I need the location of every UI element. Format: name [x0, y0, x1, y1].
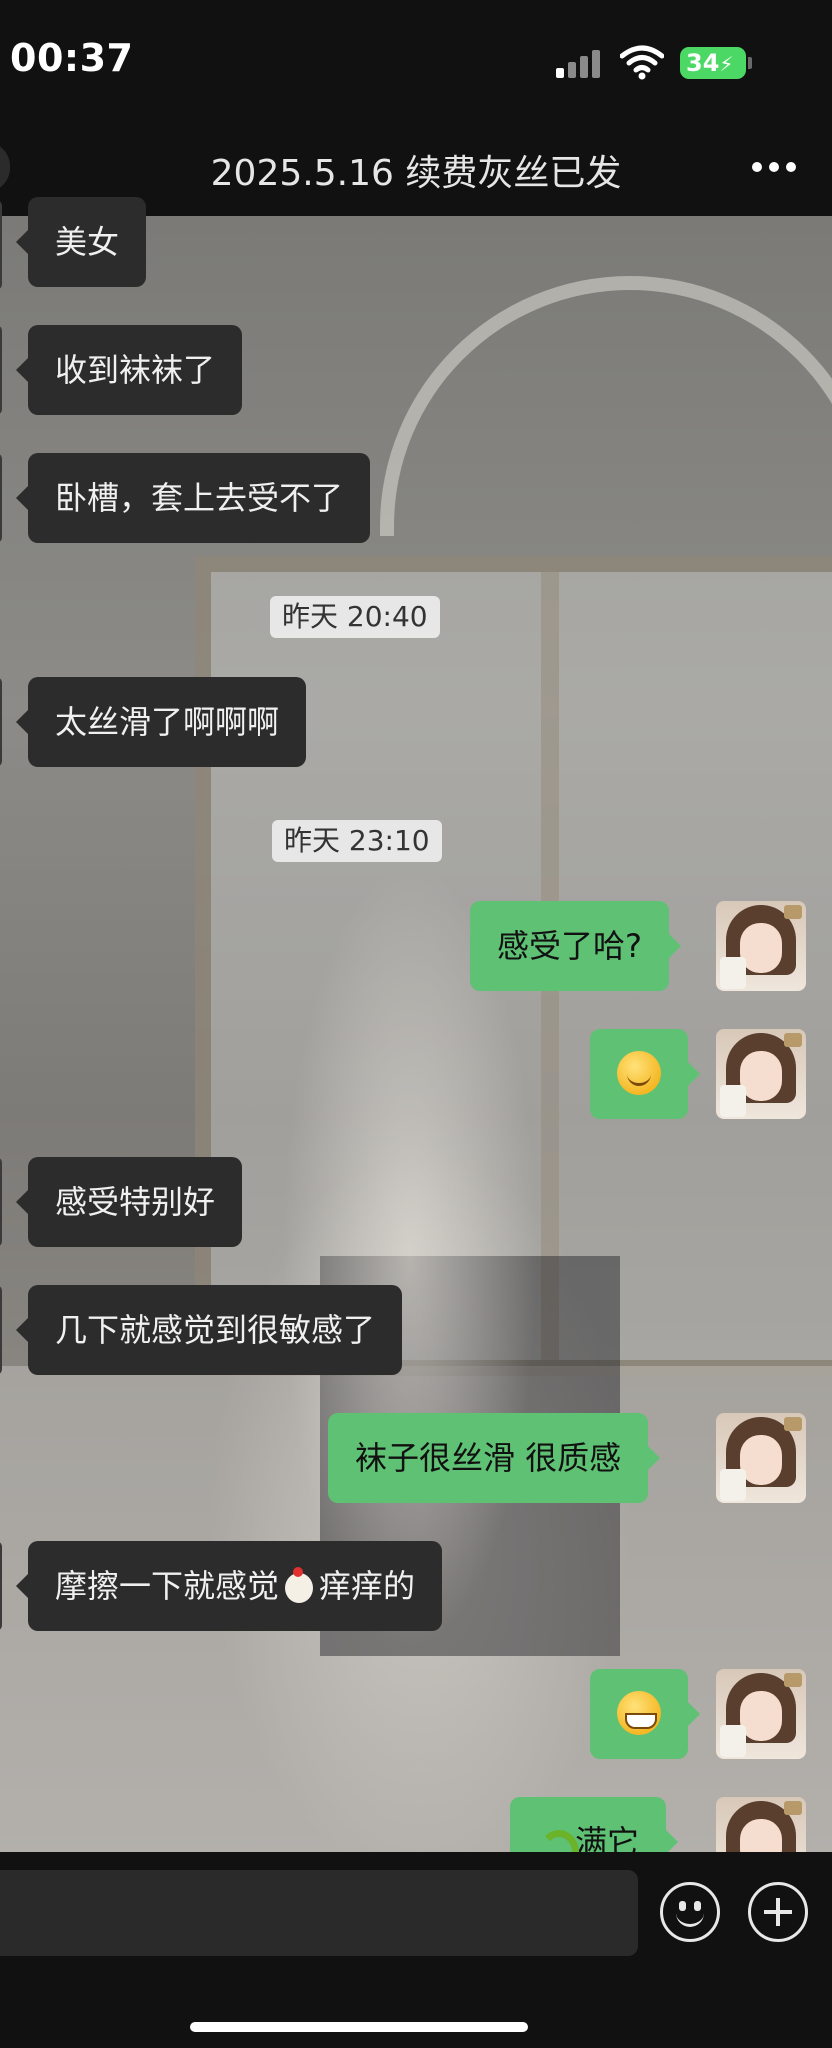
message-text: 袜子很丝滑 很质感: [355, 1439, 622, 1477]
message-outgoing[interactable]: 感受了哈?: [470, 901, 681, 991]
status-time: 00:37: [10, 36, 134, 80]
message-outgoing[interactable]: [590, 1669, 700, 1759]
user-avatar[interactable]: [716, 1669, 806, 1759]
incoming-avatar[interactable]: [0, 325, 2, 415]
snake-emoji: [537, 1822, 579, 1852]
more-dots-icon[interactable]: [752, 162, 796, 174]
battery-tip: [748, 57, 752, 69]
cellular-signal-icon: [556, 50, 606, 78]
message-outgoing[interactable]: 袜子很丝滑 很质感: [328, 1413, 661, 1503]
message-incoming[interactable]: 收到袜袜了: [15, 325, 243, 415]
message-text: 满它: [575, 1823, 640, 1852]
message-text: 痒痒的: [319, 1567, 416, 1605]
battery-charging-icon: 34⚡: [680, 47, 746, 79]
input-bar: [0, 1852, 832, 2048]
home-indicator[interactable]: [190, 2022, 528, 2032]
message-text: 几下就感觉到很敏感了: [55, 1311, 376, 1349]
message-incoming[interactable]: 美女: [15, 197, 147, 287]
incoming-avatar[interactable]: [0, 1157, 2, 1247]
smiling-face-emoji: [617, 1051, 661, 1095]
chat-title: 2025.5.16 续费灰丝已发: [210, 153, 622, 194]
incoming-avatar[interactable]: [0, 453, 2, 543]
message-text: 收到袜袜了: [55, 351, 216, 389]
incoming-avatar[interactable]: [0, 677, 2, 767]
message-text: 感受特别好: [55, 1183, 216, 1221]
incoming-avatar[interactable]: [0, 1285, 2, 1375]
message-timestamp: 昨天 23:10: [272, 820, 442, 862]
message-input[interactable]: [0, 1870, 638, 1956]
message-timestamp: 昨天 20:40: [270, 596, 440, 638]
incoming-avatar[interactable]: [0, 200, 2, 290]
grinning-face-emoji: [617, 1691, 661, 1735]
battery-level: 34: [686, 49, 720, 77]
message-text: 太丝滑了啊啊啊: [55, 703, 280, 741]
user-avatar[interactable]: [716, 1797, 806, 1852]
message-incoming[interactable]: 卧槽，套上去受不了: [15, 453, 371, 543]
incoming-avatar[interactable]: [0, 1541, 2, 1631]
message-partial-clip: 满它: [0, 1795, 832, 1852]
plus-circle-icon[interactable]: [748, 1882, 808, 1942]
chicken-emoji: [281, 1565, 317, 1605]
user-avatar[interactable]: [716, 1413, 806, 1503]
message-incoming[interactable]: 太丝滑了啊啊啊: [15, 677, 307, 767]
message-text: 摩擦一下就感觉: [55, 1567, 280, 1605]
message-text: 卧槽，套上去受不了: [55, 479, 344, 517]
message-incoming[interactable]: 几下就感觉到很敏感了: [15, 1285, 403, 1375]
user-avatar[interactable]: [716, 1029, 806, 1119]
message-incoming[interactable]: 摩擦一下就感觉 痒痒的: [15, 1541, 443, 1631]
message-text: 感受了哈?: [497, 927, 642, 965]
message-text: 美女: [55, 223, 120, 261]
message-incoming[interactable]: 感受特别好: [15, 1157, 243, 1247]
message-outgoing[interactable]: [590, 1029, 700, 1119]
emoji-face-icon[interactable]: [660, 1882, 720, 1942]
message-outgoing[interactable]: 满它: [510, 1797, 679, 1852]
status-bar: 00:37 34⚡: [0, 0, 832, 120]
user-avatar[interactable]: [716, 901, 806, 991]
wifi-icon: [620, 45, 664, 80]
